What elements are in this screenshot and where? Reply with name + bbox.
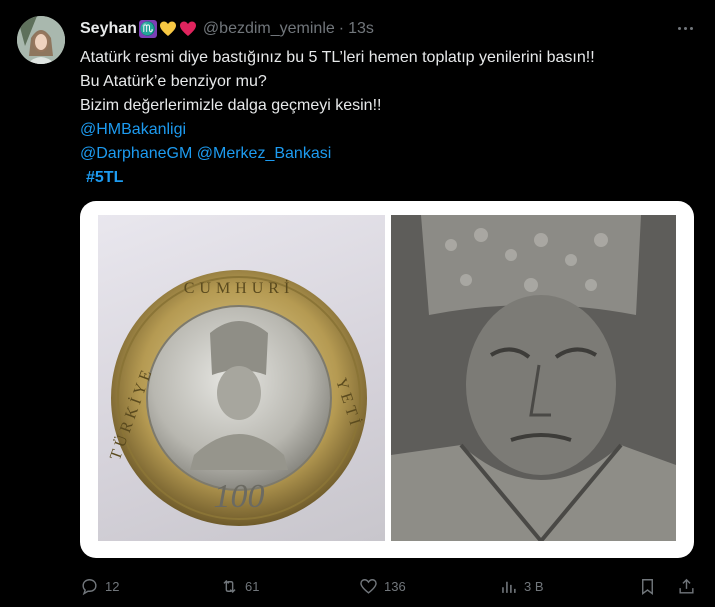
like-count: 136 bbox=[384, 578, 406, 594]
tweet-line: Bu Atatürk’e benziyor mu? bbox=[80, 73, 267, 90]
mention-link[interactable]: @DarphaneGM bbox=[80, 145, 192, 162]
like-button[interactable]: 136 bbox=[359, 572, 406, 600]
repost-button[interactable]: 61 bbox=[220, 572, 259, 600]
bookmark-icon bbox=[642, 578, 653, 595]
tweet-text: Atatürk resmi diye bastığınız bu 5 TL’le… bbox=[80, 46, 690, 190]
scorpio-emoji-icon: ♏ bbox=[138, 20, 157, 38]
coin-photo[interactable]: CUMHURİ TÜRKİYE YETİ 100 bbox=[98, 215, 385, 541]
user-handle[interactable]: @bezdim_yeminle bbox=[203, 20, 335, 38]
display-name[interactable]: Seyhan bbox=[80, 20, 137, 38]
share-icon bbox=[679, 578, 694, 594]
mention-link[interactable]: @HMBakanligi bbox=[80, 121, 186, 138]
analytics-icon bbox=[502, 581, 516, 593]
share-button[interactable] bbox=[677, 572, 696, 600]
coin-denomination-text: 100 bbox=[214, 478, 265, 515]
reply-icon bbox=[82, 578, 97, 595]
reply-count: 12 bbox=[105, 578, 120, 594]
avatar[interactable] bbox=[17, 16, 65, 64]
timestamp[interactable]: 13s bbox=[348, 20, 374, 38]
views-count: 3 B bbox=[524, 578, 544, 594]
red-heart-icon bbox=[179, 20, 197, 38]
more-options-icon[interactable] bbox=[672, 18, 698, 38]
tweet-header: Seyhan ♏ @bezdim_yeminle · 13s bbox=[80, 18, 374, 40]
coin-arc-top: CUMHURİ bbox=[184, 279, 295, 297]
separator-dot: · bbox=[338, 20, 345, 37]
views-button[interactable]: 3 B bbox=[499, 572, 544, 600]
mention-link[interactable]: @Merkez_Bankasi bbox=[197, 145, 332, 162]
repost-count: 61 bbox=[245, 578, 260, 594]
tweet-media[interactable]: CUMHURİ TÜRKİYE YETİ 100 bbox=[80, 201, 694, 558]
reply-button[interactable]: 12 bbox=[80, 572, 119, 600]
tweet-line: Bizim değerlerimizle dalga geçmeyi kesin… bbox=[80, 97, 382, 114]
tweet-line: Atatürk resmi diye bastığınız bu 5 TL’le… bbox=[80, 49, 595, 66]
heart-icon bbox=[360, 578, 377, 594]
yellow-heart-icon bbox=[159, 20, 177, 38]
repost-icon bbox=[223, 579, 236, 593]
hashtag-link[interactable]: #5TL bbox=[80, 169, 123, 186]
tweet-actions: 12 61 136 3 B bbox=[80, 572, 700, 600]
bookmark-button[interactable] bbox=[638, 572, 657, 600]
coin-closeup-photo[interactable] bbox=[391, 215, 676, 541]
